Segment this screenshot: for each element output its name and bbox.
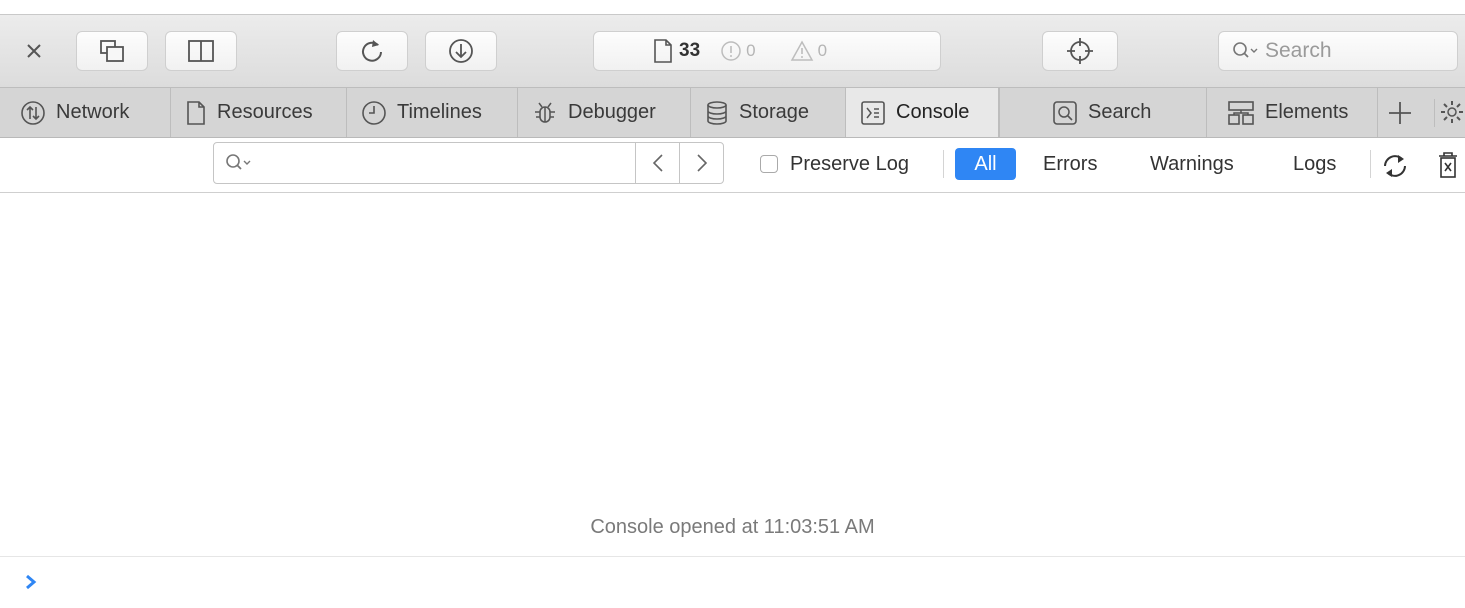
filter-errors-button[interactable]: Errors (1043, 148, 1097, 180)
download-button[interactable] (425, 31, 497, 71)
tab-label: Search (1088, 101, 1152, 123)
network-icon (21, 100, 45, 125)
tab-network[interactable]: Network (0, 88, 171, 137)
tab-label: Console (896, 101, 970, 123)
dock-side-icon (188, 40, 214, 62)
error-count: 0 (746, 41, 756, 60)
tab-label: Resources (217, 101, 313, 123)
download-icon (449, 39, 473, 63)
document-icon (187, 100, 205, 125)
clear-log-icon[interactable] (1436, 150, 1460, 180)
add-tab-icon[interactable] (1386, 99, 1414, 127)
prompt-chevron-icon (26, 574, 37, 590)
database-icon (707, 100, 727, 125)
preserve-log-checkbox[interactable] (760, 155, 778, 173)
tab-label: Elements (1265, 101, 1349, 123)
divider (0, 556, 1465, 557)
tab-timelines[interactable]: Timelines (347, 88, 518, 137)
tab-resources[interactable]: Resources (171, 88, 347, 137)
warning-count: 0 (817, 41, 828, 60)
tab-label: Storage (739, 101, 810, 123)
undock-button[interactable] (76, 31, 148, 71)
chevron-right-icon (696, 154, 707, 172)
reload-console-icon[interactable] (1380, 151, 1410, 181)
filter-logs-button[interactable]: Logs (1293, 148, 1336, 180)
devtools-toolbar: 33 0 0 Search (0, 14, 1465, 88)
tab-label: Network (56, 101, 130, 123)
search-icon (1053, 100, 1077, 125)
dock-side-button[interactable] (165, 31, 237, 71)
search-icon (226, 154, 251, 170)
filter-warnings-button[interactable]: Warnings (1150, 148, 1234, 180)
gear-icon[interactable] (1434, 99, 1465, 127)
console-opened-message: Console opened at 11:03:51 AM (590, 516, 875, 538)
close-icon[interactable] (22, 39, 46, 63)
resource-counter-button[interactable]: 33 0 0 (593, 31, 941, 71)
console-filter-bar: Preserve Log All Errors Warnings Logs (0, 138, 1465, 193)
next-result-button[interactable] (679, 143, 723, 183)
inspect-element-button[interactable] (1042, 31, 1118, 71)
preserve-log-toggle[interactable]: Preserve Log (760, 148, 909, 180)
warning-icon (790, 40, 813, 61)
document-icon (654, 39, 672, 63)
console-icon (861, 100, 885, 125)
chevron-left-icon (652, 154, 663, 172)
error-icon (721, 41, 741, 61)
tab-storage[interactable]: Storage (691, 88, 846, 137)
console-prompt-input[interactable] (24, 572, 54, 602)
tab-search[interactable]: Search (999, 88, 1207, 137)
inspect-crosshair-icon (1067, 38, 1093, 64)
search-placeholder: Search (1265, 39, 1332, 62)
tab-debugger[interactable]: Debugger (518, 88, 691, 137)
preserve-log-label: Preserve Log (790, 152, 909, 175)
console-filter-input[interactable] (213, 142, 724, 184)
elements-icon (1228, 100, 1254, 125)
tab-elements[interactable]: Elements (1207, 88, 1378, 137)
tab-bar: Network Resources Timelines Debugger Sto… (0, 87, 1465, 138)
undock-icon (100, 40, 124, 62)
clock-icon (362, 100, 386, 125)
toolbar-search-field[interactable]: Search (1218, 31, 1458, 71)
bug-icon (535, 102, 555, 123)
reload-icon (362, 40, 382, 62)
search-icon (1233, 42, 1258, 58)
reload-button[interactable] (336, 31, 408, 71)
tab-console[interactable]: Console (846, 88, 999, 137)
previous-result-button[interactable] (635, 143, 679, 183)
tab-label: Timelines (397, 101, 482, 123)
separator (1370, 150, 1371, 178)
tab-label: Debugger (568, 101, 656, 123)
filter-all-button[interactable]: All (955, 148, 1016, 180)
separator (943, 150, 944, 178)
resource-count: 33 (679, 40, 701, 61)
